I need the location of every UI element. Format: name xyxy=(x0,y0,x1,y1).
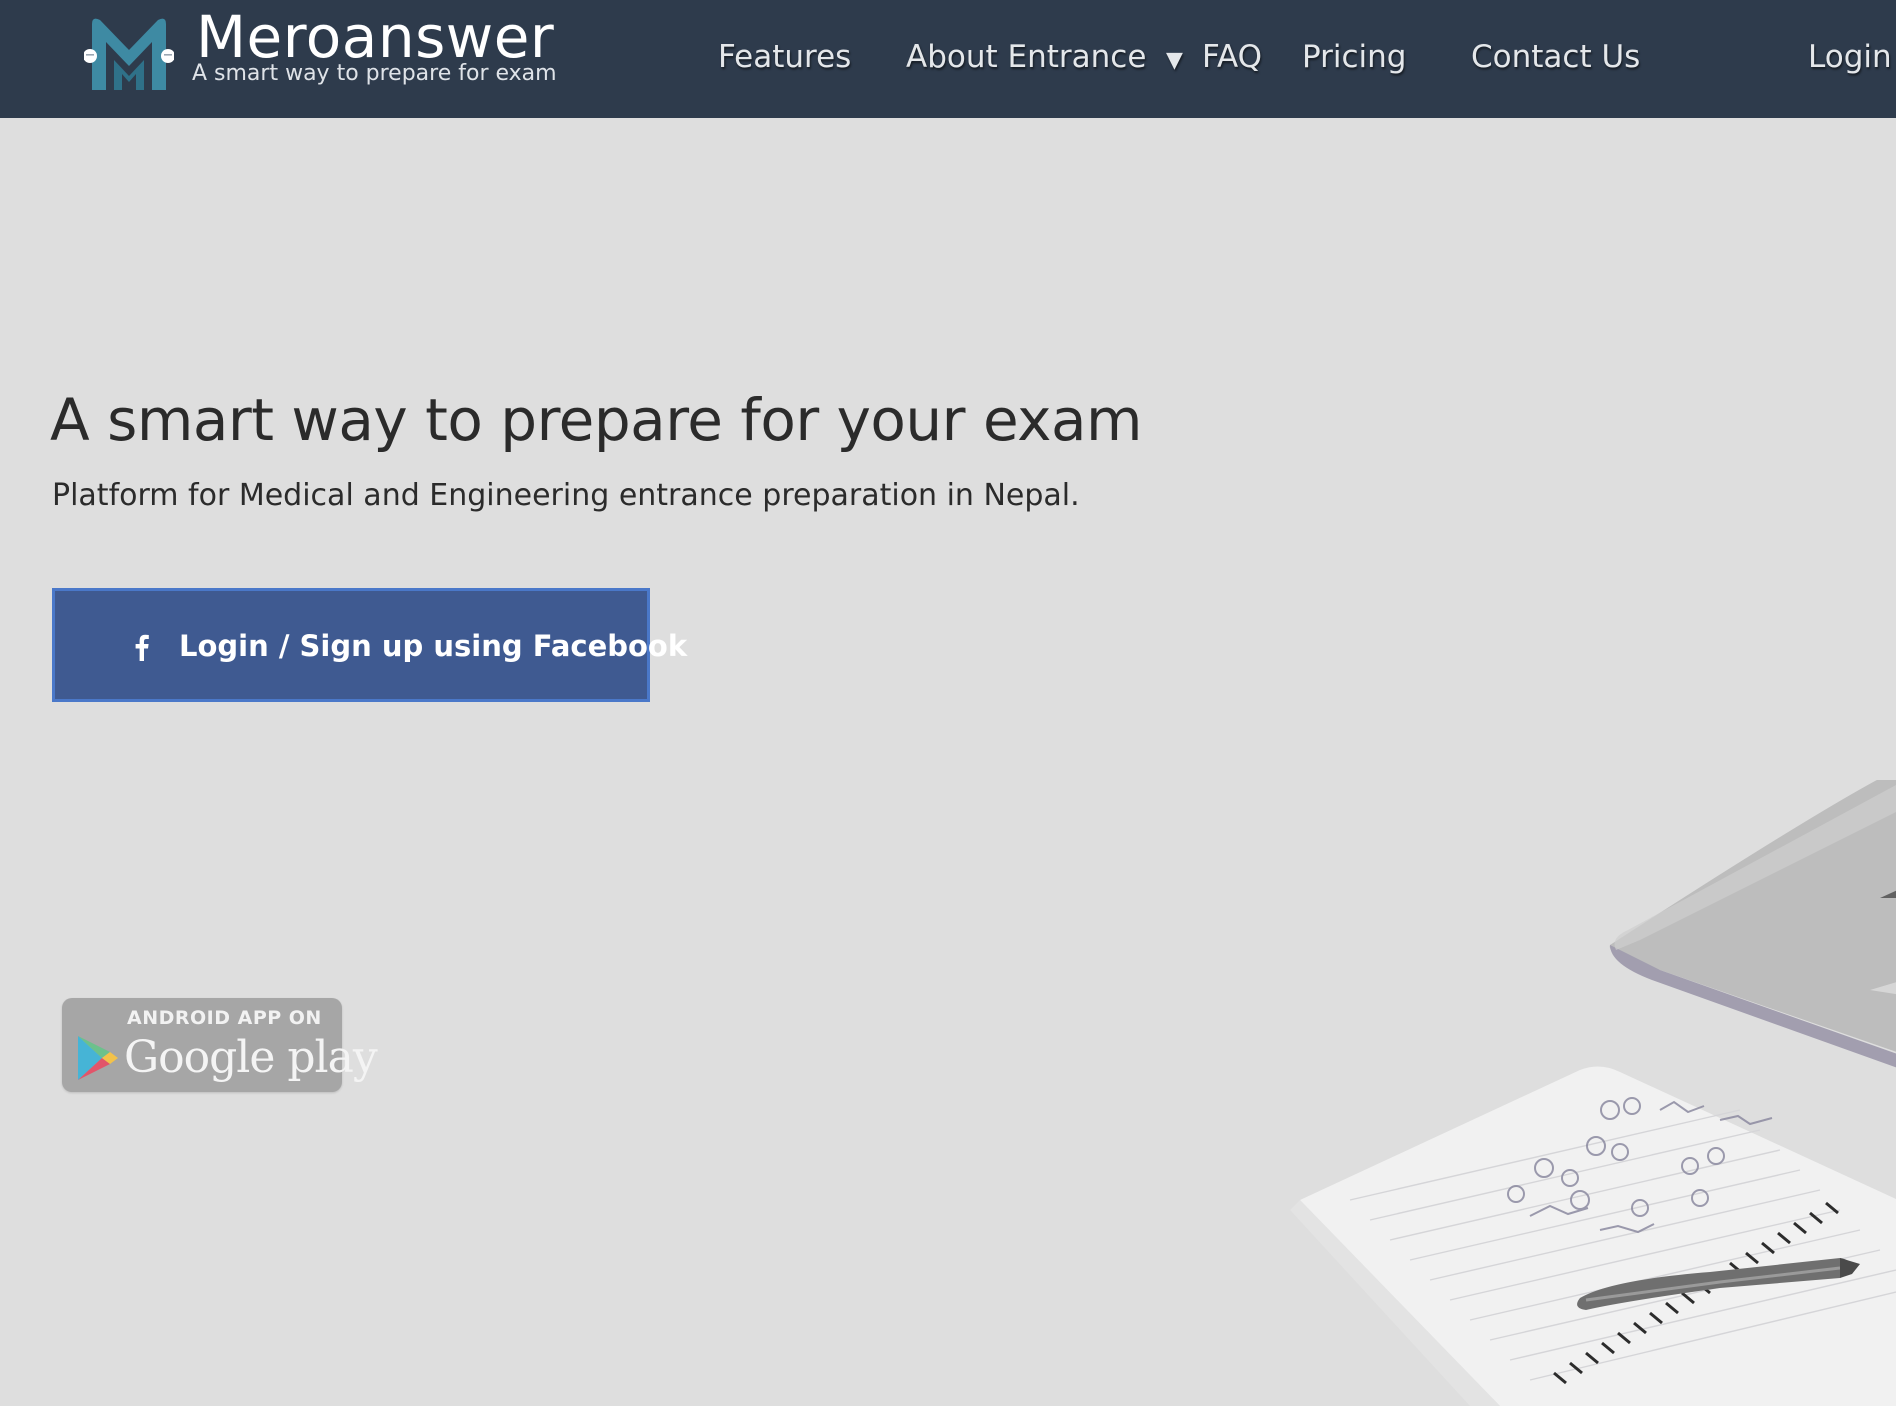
laptop-and-notebook-illustration xyxy=(1290,780,1896,1406)
brand-tagline: A smart way to prepare for exam xyxy=(192,61,557,86)
google-play-badge-bottom-text: Google play xyxy=(124,1032,378,1083)
facebook-login-label: Login / Sign up using Facebook xyxy=(179,629,688,663)
facebook-login-button[interactable]: Login / Sign up using Facebook xyxy=(52,588,687,702)
google-play-badge[interactable]: ANDROID APP ON Google play xyxy=(62,998,378,1092)
nav-contact-us-link[interactable]: Contact Us xyxy=(1471,38,1640,76)
hero-title: A smart way to prepare for your exam xyxy=(50,386,1143,454)
m-logo-icon[interactable] xyxy=(84,10,174,92)
top-navbar: Meroanswer A smart way to prepare for ex… xyxy=(0,0,1896,118)
nav-features-link[interactable]: Features xyxy=(718,38,851,76)
nav-faq-link[interactable]: FAQ xyxy=(1202,38,1262,76)
hero-subtitle: Platform for Medical and Engineering ent… xyxy=(52,478,1080,513)
facebook-icon xyxy=(135,634,149,661)
google-play-badge-top-text: ANDROID APP ON xyxy=(127,1007,322,1029)
nav-login-link[interactable]: Login xyxy=(1808,38,1892,76)
caret-down-icon[interactable]: ▼ xyxy=(1166,42,1183,80)
nav-about-entrance-link[interactable]: About Entrance xyxy=(906,38,1146,76)
nav-pricing-link[interactable]: Pricing xyxy=(1302,38,1407,76)
google-play-icon xyxy=(78,1036,118,1080)
